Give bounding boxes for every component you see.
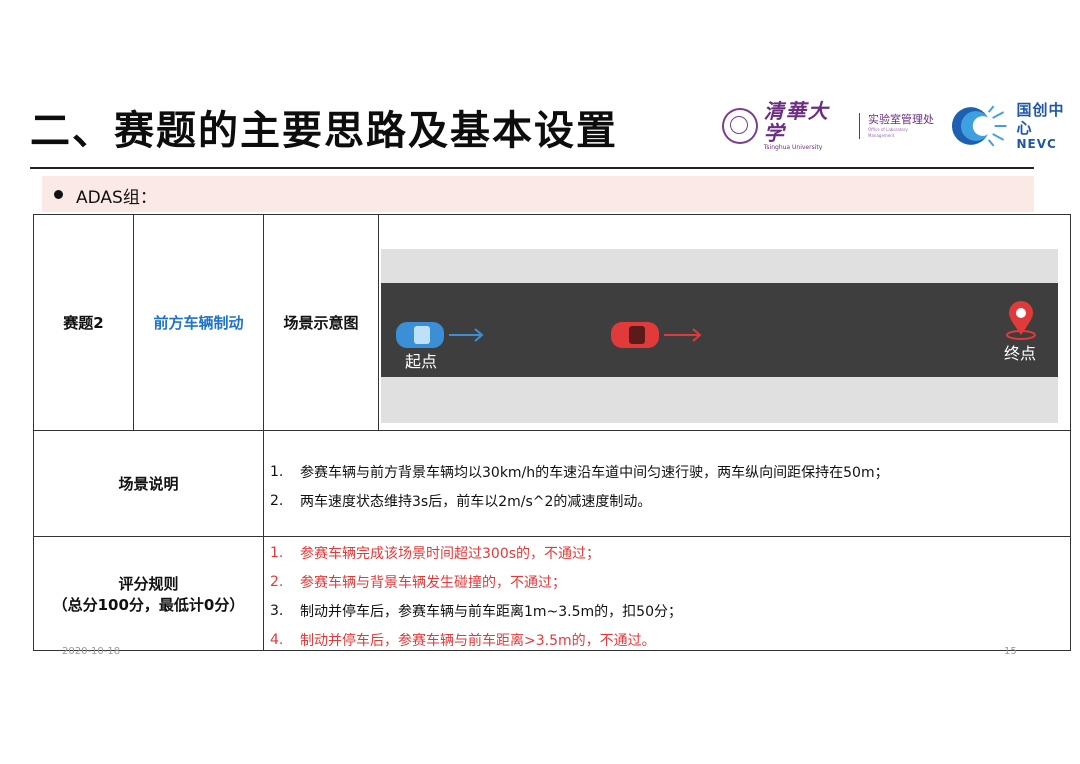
scene-diagram: 起点 终点 — [381, 249, 1058, 423]
rule-item-number: 2. — [270, 573, 284, 590]
desc-item-number: 2. — [270, 492, 284, 509]
rules-sublabel: （总分100分，最低计0分） — [52, 595, 245, 614]
diagram-label-cell: 场景示意图 — [283, 314, 359, 332]
rule-item-number: 3. — [270, 602, 284, 619]
footer-date: 2020-10-18 — [62, 646, 121, 657]
table-divider — [378, 214, 379, 430]
tsinghua-logo-en: Tsinghua University — [763, 144, 823, 151]
rule-item-number: 1. — [270, 544, 284, 561]
start-label: 起点 — [405, 353, 437, 371]
logo-separator — [859, 113, 861, 139]
rules-label: 评分规则 — [118, 574, 179, 593]
rule-item-text: 制动并停车后，参赛车辆与前车距离>3.5m的，不通过。 — [300, 632, 656, 649]
desc-item-text: 两车速度状态维持3s后，前车以2m/s^2的减速度制动。 — [300, 493, 652, 510]
lab-office-cn: 实验室管理处 — [868, 113, 935, 126]
page-number: 15 — [1004, 646, 1017, 657]
ego-car-icon — [396, 322, 444, 348]
rules-label-cell: 评分规则 （总分100分，最低计0分） — [34, 537, 263, 650]
upper-curb — [381, 249, 1058, 283]
rule-item-text: 参赛车辆完成该场景时间超过300s的，不通过； — [300, 545, 601, 562]
rule-item-number: 4. — [270, 631, 284, 648]
desc-item-text: 参赛车辆与前方背景车辆均以30km/h的车速沿车道中间匀速行驶，两车纵向间距保持… — [300, 464, 889, 481]
desc-item: 1. 参赛车辆与前方背景车辆均以30km/h的车速沿车道中间匀速行驶，两车纵向间… — [270, 457, 889, 486]
task-id-cell: 赛题2 — [63, 314, 104, 332]
lower-curb — [381, 377, 1058, 423]
section-band — [42, 176, 1034, 212]
rule-item: 1. 参赛车辆完成该场景时间超过300s的，不通过； — [270, 538, 682, 567]
road-lane — [381, 283, 1058, 377]
lab-office-en: Office of Laboratory Management — [868, 127, 908, 138]
bullet-dot-icon — [54, 190, 63, 199]
desc-item: 2. 两车速度状态维持3s后，前车以2m/s^2的减速度制动。 — [270, 486, 889, 515]
lead-car-icon — [611, 322, 659, 348]
rule-item: 3. 制动并停车后，参赛车辆与前车距离1m~3.5m的，扣50分； — [270, 596, 682, 625]
lab-office-logo: 实验室管理处 Office of Laboratory Management — [868, 113, 935, 139]
section-heading: ADAS组： — [76, 188, 157, 208]
tsinghua-seal-icon — [722, 108, 758, 144]
end-label: 终点 — [1004, 345, 1036, 363]
nevc-globe-icon — [951, 105, 1007, 147]
desc-item-number: 1. — [270, 463, 284, 480]
desc-label-cell: 场景说明 — [118, 475, 179, 493]
rule-item: 2. 参赛车辆与背景车辆发生碰撞的，不通过； — [270, 567, 682, 596]
rule-item-text: 参赛车辆与背景车辆发生碰撞的，不通过； — [300, 574, 566, 591]
logo-group: 清華大学 Tsinghua University 实验室管理处 Office o… — [722, 100, 1080, 151]
tsinghua-logo: 清華大学 Tsinghua University — [764, 100, 851, 152]
nevc-logo-cn: 国创中心 — [1016, 100, 1065, 137]
rule-item-text: 制动并停车后，参赛车辆与前车距离1m~3.5m的，扣50分； — [300, 603, 682, 620]
rules-list: 1. 参赛车辆完成该场景时间超过300s的，不通过； 2. 参赛车辆与背景车辆发… — [270, 538, 682, 654]
nevc-logo: 国创中心 NEVC — [1016, 101, 1080, 152]
page-title: 二、赛题的主要思路及基本设置 — [30, 108, 618, 154]
rule-item: 4. 制动并停车后，参赛车辆与前车距离>3.5m的，不通过。 — [270, 625, 682, 654]
tsinghua-logo-cn: 清華大学 — [763, 99, 830, 145]
desc-list: 1. 参赛车辆与前方背景车辆均以30km/h的车速沿车道中间匀速行驶，两车纵向间… — [270, 457, 889, 515]
nevc-logo-en: NEVC — [1016, 136, 1057, 151]
task-name-cell: 前方车辆制动 — [153, 314, 244, 332]
title-divider — [30, 167, 1034, 169]
